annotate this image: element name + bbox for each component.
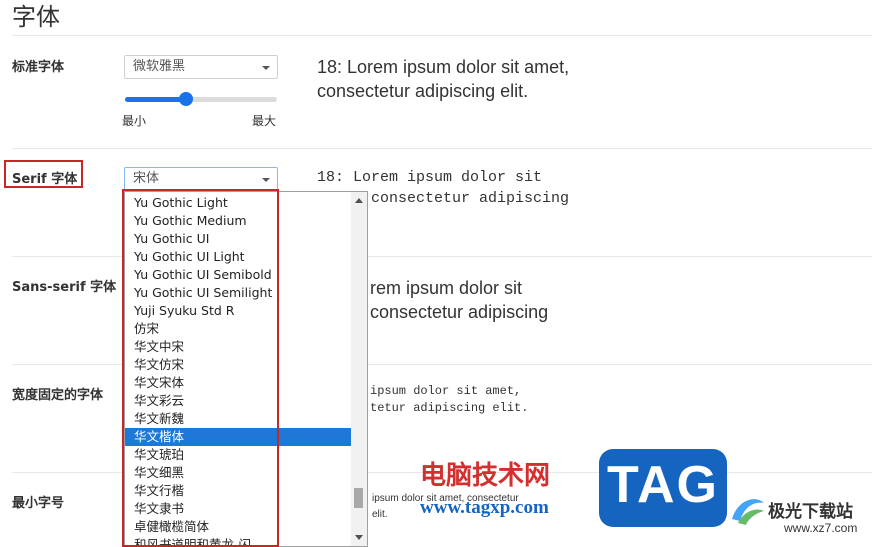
scroll-down-icon[interactable] <box>355 535 363 540</box>
standard-font-preview: 18: Lorem ipsum dolor sit amet, consecte… <box>317 57 570 101</box>
slider-max-label: 最大 <box>252 114 277 128</box>
sans-serif-font-preview: rem ipsum dolor sit consectetur adipisci… <box>370 278 549 322</box>
tag-logo: TAG <box>599 449 727 527</box>
watermark-site-url: www.tagxp.com <box>420 497 549 518</box>
standard-font-value: 微软雅黑 <box>133 59 186 74</box>
chevron-down-icon <box>262 66 270 70</box>
divider <box>12 148 872 149</box>
serif-font-label: Serif 字体 <box>12 172 78 187</box>
slider-min-label: 最小 <box>122 114 147 128</box>
scroll-up-icon[interactable] <box>355 198 363 203</box>
divider <box>12 35 872 36</box>
dropdown-scrollbar[interactable] <box>351 192 367 546</box>
slider-thumb[interactable] <box>178 92 193 106</box>
watermark-brand2: 极光下载站 <box>768 502 853 522</box>
standard-font-label: 标准字体 <box>12 60 65 75</box>
sans-serif-font-label: Sans-serif 字体 <box>12 280 117 295</box>
page-title: 字体 <box>12 3 60 31</box>
slider-fill <box>125 97 186 102</box>
fixed-font-preview: ipsum dolor sit amet, tetur adipiscing e… <box>370 384 529 415</box>
serif-font-select[interactable]: 宋体 <box>124 167 278 191</box>
watermark-brand2-url: www.xz7.com <box>784 521 858 535</box>
tag-logo-text: TAG <box>607 456 719 514</box>
fixed-font-label: 宽度固定的字体 <box>12 388 104 403</box>
serif-font-value: 宋体 <box>133 171 160 186</box>
font-size-slider[interactable] <box>125 92 277 106</box>
watermark-site-cn: 电脑技术网 <box>420 461 551 491</box>
aurora-logo-icon <box>732 499 764 525</box>
scrollbar-thumb[interactable] <box>354 488 363 508</box>
standard-font-select[interactable]: 微软雅黑 <box>124 55 278 79</box>
min-size-label: 最小字号 <box>12 496 65 511</box>
chevron-down-icon <box>262 178 270 182</box>
dropdown-highlight <box>122 189 279 547</box>
